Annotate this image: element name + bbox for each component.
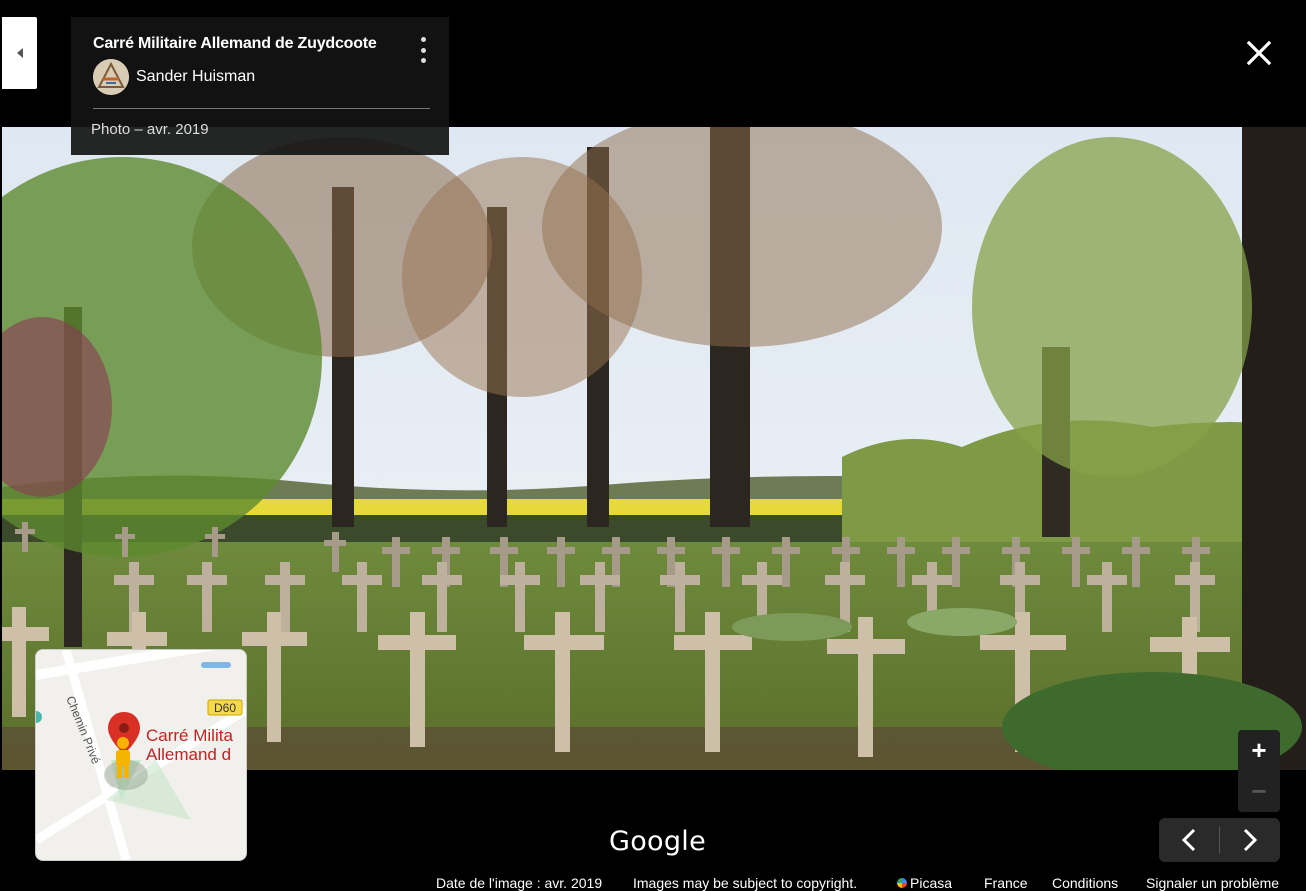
footer-terms-link[interactable]: Conditions xyxy=(1052,875,1118,891)
photo-nav-control xyxy=(1159,818,1280,862)
author-name[interactable]: Sander Huisman xyxy=(136,68,255,86)
picasa-label: Picasa xyxy=(910,875,953,891)
chevron-right-icon xyxy=(1243,828,1258,852)
plus-icon: + xyxy=(1251,735,1267,765)
place-title[interactable]: Carré Militaire Allemand de Zuydcoote xyxy=(93,35,377,53)
more-vert-icon[interactable] xyxy=(419,37,427,63)
collapse-left-icon xyxy=(16,48,23,58)
collapse-panel-button[interactable] xyxy=(2,17,37,89)
close-icon xyxy=(1246,40,1272,66)
avatar-icon xyxy=(93,59,129,95)
next-photo-button[interactable] xyxy=(1220,818,1280,862)
footer-picasa[interactable]: Picasa xyxy=(897,875,952,891)
footer-image-date: Date de l'image : avr. 2019 xyxy=(436,875,603,891)
minimap[interactable]: D60 Chemin Privé Carré Milita Allemand d xyxy=(35,649,247,861)
chevron-left-icon xyxy=(1181,828,1196,852)
photo-date: Photo – avr. 2019 xyxy=(91,121,209,138)
close-button[interactable] xyxy=(1243,37,1275,69)
route-badge: D60 xyxy=(214,701,236,715)
prev-photo-button[interactable] xyxy=(1159,818,1219,862)
zoom-control: + − xyxy=(1238,730,1280,812)
footer-country: France xyxy=(984,875,1028,891)
google-logo: Google xyxy=(609,826,707,857)
footer-report-link[interactable]: Signaler un problème xyxy=(1146,875,1279,891)
minimap-canvas: D60 Chemin Privé Carré Milita Allemand d xyxy=(36,650,246,860)
place-label-line2: Allemand d xyxy=(146,745,231,764)
photo-info-card: Carré Militaire Allemand de Zuydcoote Sa… xyxy=(71,17,449,155)
picasa-icon xyxy=(897,878,907,888)
divider xyxy=(93,108,430,109)
zoom-out-button[interactable]: − xyxy=(1238,771,1280,812)
footer-copyright: Images may be subject to copyright. xyxy=(633,875,858,891)
minus-icon: − xyxy=(1251,776,1267,806)
author-avatar[interactable] xyxy=(93,59,129,95)
place-label-line1: Carré Milita xyxy=(146,726,233,745)
zoom-in-button[interactable]: + xyxy=(1238,730,1280,771)
